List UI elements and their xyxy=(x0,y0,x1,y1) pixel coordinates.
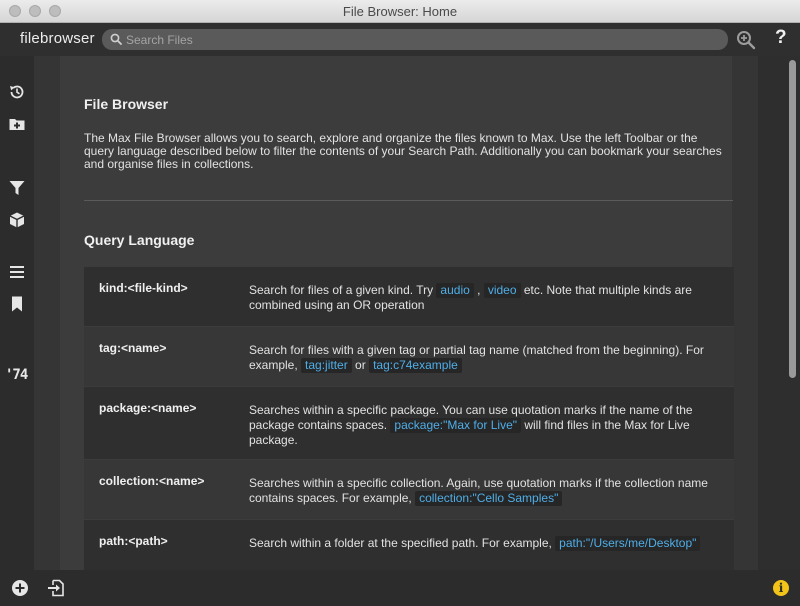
table-row: package:<name> Searches within a specifi… xyxy=(84,387,734,460)
code-example[interactable]: audio xyxy=(436,283,474,298)
info-button[interactable]: i xyxy=(773,580,789,596)
zoom-in-icon xyxy=(737,31,756,50)
page-title: File Browser xyxy=(84,96,169,112)
app-brand: filebrowser xyxy=(20,30,95,47)
import-button[interactable] xyxy=(47,579,65,597)
title-bar: File Browser: Home xyxy=(0,0,800,23)
history-button[interactable] xyxy=(8,83,26,101)
query-key: package:<name> xyxy=(99,401,197,415)
query-description: Searches within a specific package. You … xyxy=(249,403,693,447)
search-bar[interactable] xyxy=(102,29,728,50)
bookmarks-button[interactable] xyxy=(8,295,26,313)
add-folder-icon xyxy=(9,119,25,130)
add-button[interactable] xyxy=(11,579,29,597)
query-key: path:<path> xyxy=(99,534,168,548)
list-icon xyxy=(10,266,24,278)
zoom-in-button[interactable] xyxy=(736,30,756,50)
cycling74-logo: '74 xyxy=(5,367,28,383)
scrollbar-thumb[interactable] xyxy=(789,60,796,378)
table-row: collection:<name> Searches within a spec… xyxy=(84,460,734,520)
history-icon xyxy=(10,85,24,99)
list-button[interactable] xyxy=(8,263,26,281)
packages-button[interactable] xyxy=(8,211,26,229)
code-example[interactable]: tag:jitter xyxy=(301,358,352,373)
add-circle-icon xyxy=(12,580,28,596)
content-area: File Browser The Max File Browser allows… xyxy=(34,56,758,570)
query-key: kind:<file-kind> xyxy=(99,281,188,295)
search-input[interactable] xyxy=(126,29,716,50)
bookmark-icon xyxy=(12,296,22,312)
table-row: tag:<name> Search for files with a given… xyxy=(84,327,734,387)
query-description: Searches within a specific collection. A… xyxy=(249,476,708,506)
help-page: File Browser The Max File Browser allows… xyxy=(60,56,734,570)
help-button[interactable]: ? xyxy=(775,27,787,49)
query-key: collection:<name> xyxy=(99,474,205,488)
code-example[interactable]: path:"/Users/me/Desktop" xyxy=(555,536,701,551)
add-folder-button[interactable] xyxy=(8,115,26,133)
query-language-heading: Query Language xyxy=(84,232,195,248)
code-example[interactable]: tag:c74example xyxy=(369,358,462,373)
filter-button[interactable] xyxy=(8,179,26,197)
top-toolbar: filebrowser ? xyxy=(0,23,800,56)
package-icon xyxy=(9,212,25,228)
import-file-icon xyxy=(48,579,64,597)
query-description: Search within a folder at the specified … xyxy=(249,536,719,551)
section-divider xyxy=(84,200,733,201)
query-description: Search for files of a given kind. Try au… xyxy=(249,283,692,312)
query-key: tag:<name> xyxy=(99,341,167,355)
code-example[interactable]: package:"Max for Live" xyxy=(390,418,521,433)
left-toolbar: '74 xyxy=(0,56,34,570)
search-icon xyxy=(110,33,122,45)
code-example[interactable]: video xyxy=(483,283,521,298)
query-table: kind:<file-kind> Search for files of a g… xyxy=(84,267,734,570)
bottom-bar: i xyxy=(0,570,800,606)
table-row: kind:<file-kind> Search for files of a g… xyxy=(84,267,734,327)
table-row: path:<path> Search within a folder at th… xyxy=(84,520,734,570)
code-example[interactable]: collection:"Cello Samples" xyxy=(415,491,563,506)
filter-icon xyxy=(9,181,25,195)
window-title: File Browser: Home xyxy=(342,4,458,19)
query-description: Search for files with a given tag or par… xyxy=(249,343,704,373)
intro-paragraph: The Max File Browser allows you to searc… xyxy=(84,131,722,171)
